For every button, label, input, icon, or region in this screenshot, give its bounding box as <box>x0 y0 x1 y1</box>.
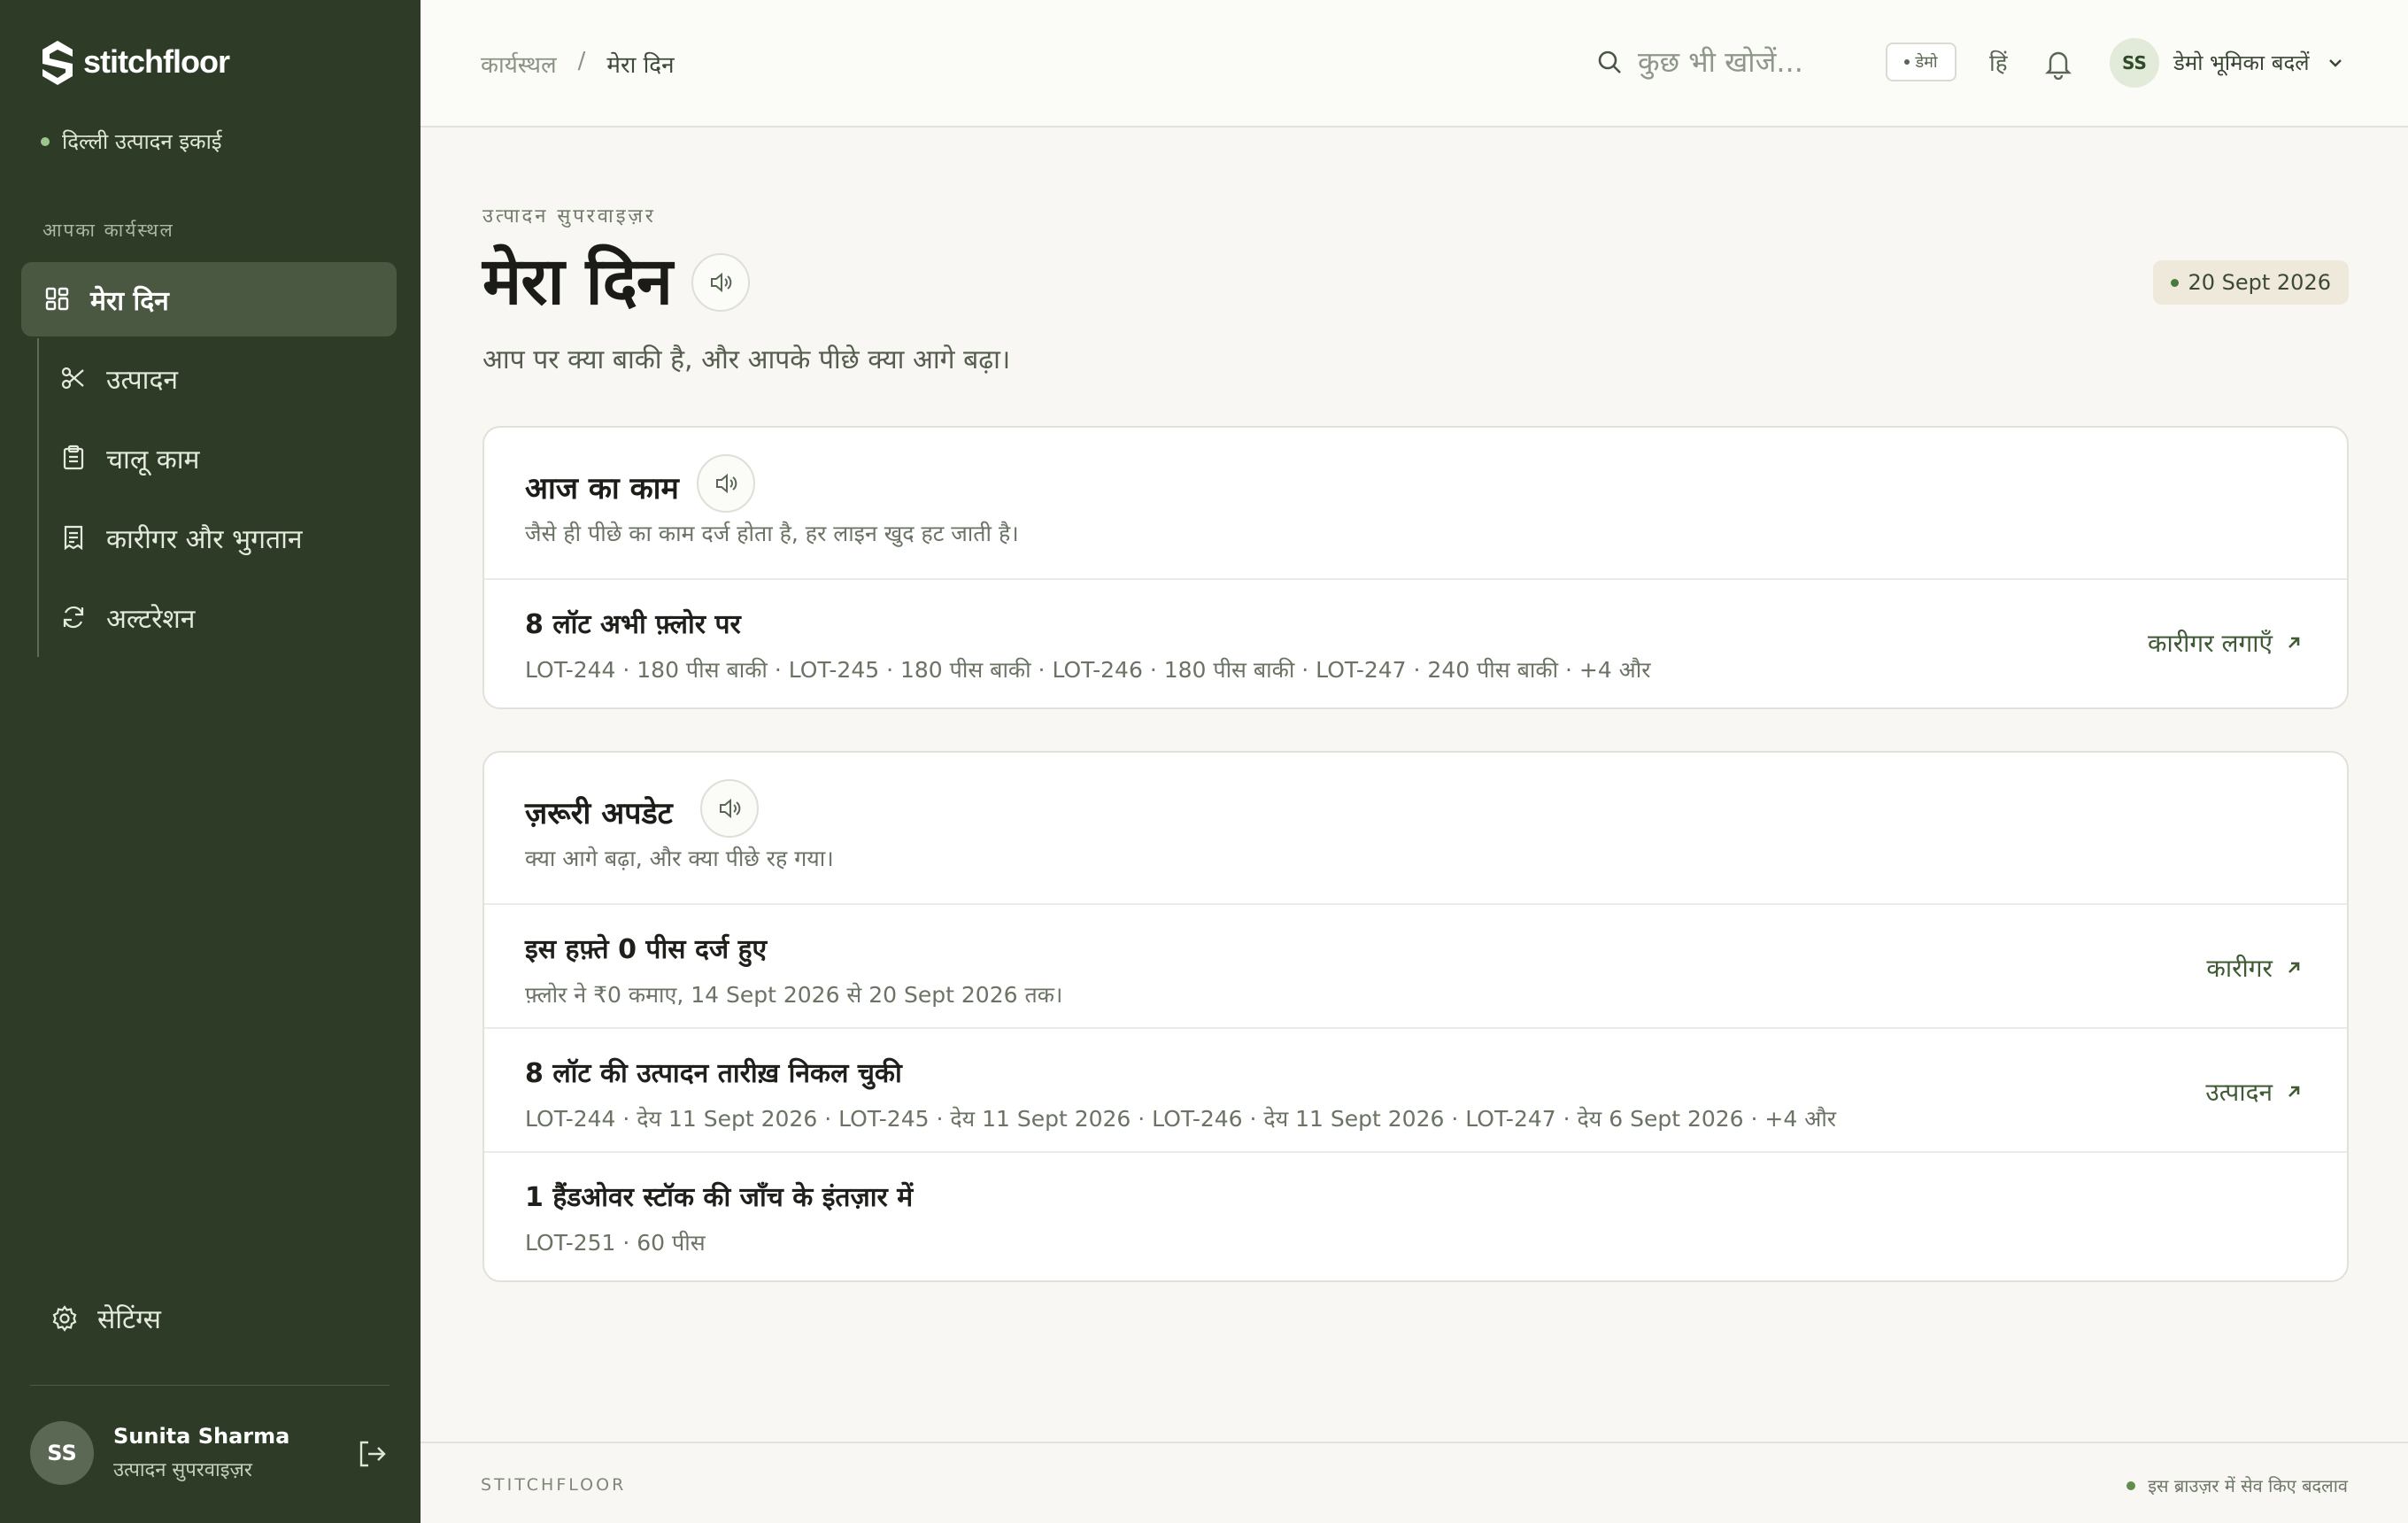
arrow-up-right-icon <box>2288 637 2300 648</box>
artisans-link[interactable]: कारीगर <box>2206 951 2303 985</box>
save-status-dot <box>2126 1480 2136 1490</box>
card-title: ज़रूरी अपडेट <box>525 796 673 831</box>
row-meta: LOT-251 · 60 पीस <box>525 1230 706 1256</box>
sidebar-item-label: उत्पादन <box>106 364 179 396</box>
sidebar-item-label: अल्टरेशन <box>106 603 196 635</box>
logout-icon[interactable] <box>356 1438 388 1470</box>
breadcrumb-separator: / <box>577 48 586 74</box>
refresh-icon <box>63 606 84 629</box>
row-meta: LOT-244 · 180 पीस बाकी · LOT-245 · 180 प… <box>525 657 1651 683</box>
unit-status-dot <box>41 136 50 146</box>
page-eyebrow: उत्पादन सुपरवाइज़र <box>482 205 656 228</box>
row-link-label: कारीगर <box>2206 954 2273 983</box>
sidebar-item-production[interactable]: उत्पादन <box>37 338 391 418</box>
scissors-icon <box>61 367 84 390</box>
list-item[interactable]: 8 लॉट की उत्पादन तारीख़ निकल चुकी LOT-24… <box>484 1029 2347 1153</box>
unit-label: दिल्ली उत्पादन इकाई <box>62 129 222 154</box>
important-updates-card: ज़रूरी अपडेट क्या आगे बढ़ा, और क्या पीछे… <box>482 751 2349 1282</box>
language-toggle[interactable]: हिं <box>1989 46 2008 78</box>
settings-label: सेटिंग्स <box>97 1304 161 1335</box>
speaker-icon <box>711 272 732 293</box>
list-item[interactable]: 1 हैंडओवर स्टॉक की जाँच के इंतज़ार में L… <box>484 1153 2347 1280</box>
sidebar: stitchfloor दिल्ली उत्पादन इकाई आपका कार… <box>0 0 421 1523</box>
unit-indicator: दिल्ली उत्पादन इकाई <box>41 127 222 156</box>
list-item[interactable]: इस हफ़्ते 0 पीस दर्ज हुए फ़्लोर ने ₹0 कम… <box>484 905 2347 1029</box>
read-aloud-button[interactable] <box>700 779 759 838</box>
chevron-down-icon <box>2329 58 2342 67</box>
card-header: आज का काम जैसे ही पीछे का काम दर्ज होता … <box>484 428 2347 580</box>
breadcrumb: कार्यस्थल / मेरा दिन <box>481 48 675 80</box>
date-label: 20 Sept 2026 <box>2188 270 2331 295</box>
speaker-icon <box>720 798 741 819</box>
clipboard-icon <box>63 445 84 470</box>
header-avatar[interactable]: SS <box>2110 38 2159 88</box>
gear-icon <box>52 1304 77 1332</box>
sidebar-item-artisans-payments[interactable]: कारीगर और भुगतान <box>37 498 391 577</box>
brand-logo[interactable]: stitchfloor <box>39 37 230 87</box>
receipt-icon <box>64 525 83 551</box>
row-title: इस हफ़्ते 0 पीस दर्ज हुए <box>525 934 768 965</box>
sidebar-item-ongoing-work[interactable]: चालू काम <box>37 418 391 498</box>
sidebar-divider <box>30 1385 390 1386</box>
row-title: 8 लॉट की उत्पादन तारीख़ निकल चुकी <box>525 1058 902 1089</box>
card-title: आज का काम <box>525 471 679 506</box>
row-title: 8 लॉट अभी फ़्लोर पर <box>525 609 741 640</box>
row-link-label: उत्पादन <box>2205 1078 2273 1107</box>
row-meta: फ़्लोर ने ₹0 कमाए, 14 Sept 2026 से 20 Se… <box>525 982 1063 1008</box>
sidebar-item-label: कारीगर और भुगतान <box>106 523 303 555</box>
search-placeholder: कुछ भी खोजें... <box>1638 45 1803 79</box>
search-input[interactable]: कुछ भी खोजें... <box>1595 43 1803 81</box>
today-work-card: आज का काम जैसे ही पीछे का काम दर्ज होता … <box>482 426 2349 709</box>
settings-link[interactable]: सेटिंग्स <box>51 1300 161 1336</box>
sidebar-item-alteration[interactable]: अल्टरेशन <box>37 577 391 657</box>
footer-brand: STITCHFLOOR <box>481 1475 627 1495</box>
demo-dot <box>1904 59 1910 65</box>
card-subtitle: जैसे ही पीछे का काम दर्ज होता है, हर लाइ… <box>525 521 1019 546</box>
sidebar-item-my-day[interactable]: मेरा दिन <box>21 262 397 336</box>
production-link[interactable]: उत्पादन <box>2205 1075 2303 1109</box>
card-header: ज़रूरी अपडेट क्या आगे बढ़ा, और क्या पीछे… <box>484 753 2347 905</box>
list-item[interactable]: 8 लॉट अभी फ़्लोर पर LOT-244 · 180 पीस बा… <box>484 580 2347 707</box>
dashboard-grid-icon <box>45 287 69 311</box>
brand-name: stitchfloor <box>83 43 230 80</box>
breadcrumb-current: मेरा दिन <box>606 52 675 79</box>
page-description: आप पर क्या बाकी है, और आपके पीछे क्या आग… <box>482 344 1011 375</box>
row-meta: LOT-244 · देय 11 Sept 2026 · LOT-245 · द… <box>525 1106 1837 1132</box>
avatar: SS <box>30 1421 94 1485</box>
user-name: Sunita Sharma <box>113 1424 290 1449</box>
row-title: 1 हैंडओवर स्टॉक की जाँच के इंतज़ार में <box>525 1182 914 1213</box>
demo-badge: डेमो <box>1886 43 1956 81</box>
section-label: आपका कार्यस्थल <box>42 220 174 241</box>
search-icon <box>1598 50 1621 73</box>
assign-artisans-link[interactable]: कारीगर लगाएँ <box>2148 626 2303 660</box>
role-switch-dropdown[interactable]: डेमो भूमिका बदलें <box>2173 48 2344 77</box>
user-role: उत्पादन सुपरवाइज़र <box>113 1459 252 1481</box>
breadcrumb-workspace[interactable]: कार्यस्थल <box>481 48 557 80</box>
sidebar-item-label: चालू काम <box>106 444 200 475</box>
date-badge: 20 Sept 2026 <box>2153 260 2349 305</box>
demo-badge-label: डेमो <box>1915 53 1938 72</box>
date-dot <box>2171 278 2180 287</box>
read-aloud-button[interactable] <box>697 454 755 513</box>
user-profile[interactable]: SS Sunita Sharma उत्पादन सुपरवाइज़र <box>30 1421 289 1485</box>
row-link-label: कारीगर लगाएँ <box>2147 629 2273 658</box>
card-subtitle: क्या आगे बढ़ा, और क्या पीछे रह गया। <box>525 846 834 871</box>
read-aloud-button[interactable] <box>691 253 750 312</box>
page-title: मेरा दिन <box>482 244 673 320</box>
role-switch-label: डेमो भूमिका बदलें <box>2173 50 2310 75</box>
save-status: इस ब्राउज़र में सेव किए बदलाव <box>2126 1473 2348 1497</box>
footer: STITCHFLOOR इस ब्राउज़र में सेव किए बदला… <box>421 1442 2408 1523</box>
bell-icon[interactable] <box>2042 46 2074 80</box>
save-status-label: इस ब्राउज़र में सेव किए बदलाव <box>2148 1475 2348 1496</box>
top-bar: कार्यस्थल / मेरा दिन कुछ भी खोजें... डेम… <box>421 0 2408 128</box>
arrow-up-right-icon <box>2288 962 2300 973</box>
stitchfloor-logo-icon <box>42 41 73 85</box>
arrow-up-right-icon <box>2288 1086 2300 1097</box>
sidebar-item-label: मेरा दिन <box>90 285 169 317</box>
speaker-icon <box>716 473 737 494</box>
